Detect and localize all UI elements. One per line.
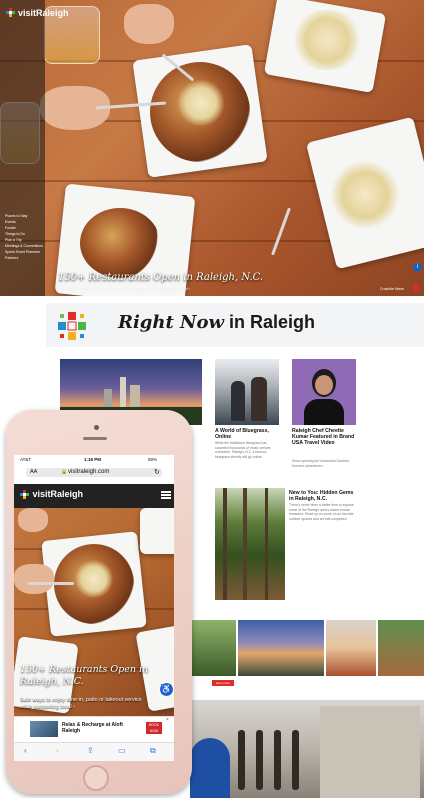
article-text-chef: Since opening her restaurant Garland, Ku… xyxy=(292,459,350,468)
back-icon[interactable]: ‹ xyxy=(24,746,27,755)
star-logo-icon xyxy=(58,312,86,340)
hand-top xyxy=(124,4,174,44)
food-photo[interactable] xyxy=(326,620,376,676)
right-now-plain: in Raleigh xyxy=(229,312,316,332)
star-logo-icon xyxy=(6,8,16,18)
hero-caption[interactable]: 150+ Restaurants Open in Raleigh, N.C. xyxy=(58,272,263,283)
food-topping xyxy=(176,80,226,126)
tabs-icon[interactable]: ⧉ xyxy=(150,746,156,756)
article-title-chef[interactable]: Raleigh Chef Cheetie Kumar Featured in B… xyxy=(292,428,356,446)
knife xyxy=(271,207,291,256)
desktop-nav-menu: Places to Stay Events Foodie Things to D… xyxy=(5,213,45,261)
desktop-logo[interactable]: visitRaleigh xyxy=(6,8,69,18)
ad-title[interactable]: Relax & Recharge at Aloft Raleigh xyxy=(62,722,142,734)
forward-icon[interactable]: › xyxy=(56,746,59,755)
bluegrass-photo[interactable] xyxy=(215,359,279,425)
lock-icon: 🔒 xyxy=(61,469,68,475)
status-time: 1:16 PM xyxy=(84,457,102,462)
forest-photo[interactable] xyxy=(215,488,285,600)
mobile-hero-caption[interactable]: 150+ Restaurants Open in Raleigh, N.C. xyxy=(20,664,160,688)
food-bottom xyxy=(80,208,160,278)
hand-left xyxy=(14,564,54,594)
article-title-hidden-gems[interactable]: New to You: Hidden Gems in Raleigh, N.C. xyxy=(289,490,359,502)
taproom-photo[interactable] xyxy=(190,700,424,798)
nav-item-partners[interactable]: Partners xyxy=(5,255,45,261)
speaker-grille xyxy=(83,437,107,440)
status-carrier: AT&T xyxy=(20,457,32,462)
reader-mode-button[interactable]: AA xyxy=(30,469,37,475)
food-taco xyxy=(330,160,400,230)
right-now-script: Right Now xyxy=(118,312,225,333)
food-topping xyxy=(74,560,114,598)
logo-text: visitRaleigh xyxy=(32,489,84,499)
hero-subcaption[interactable]: Safe ways to enjoy dine-in, patio or tak… xyxy=(58,286,190,291)
article-title-bluegrass[interactable]: A World of Bluegrass, Online xyxy=(215,428,279,440)
home-button[interactable] xyxy=(83,765,109,791)
camera-icon xyxy=(94,425,99,430)
mobile-hero-subcaption[interactable]: Safe ways to enjoy dine-in, patio or tak… xyxy=(20,697,150,711)
reload-icon[interactable]: ↻ xyxy=(154,468,160,476)
aerial-city-photo[interactable] xyxy=(238,620,324,676)
accessibility-icon[interactable]: i xyxy=(413,263,422,272)
green-photo[interactable] xyxy=(188,620,236,676)
slaw-plate xyxy=(140,508,174,554)
article-text-hidden-gems: There's never been a better time to expl… xyxy=(289,503,354,521)
photo-credit: Crushfire Wave xyxy=(380,287,404,291)
hamburger-menu-icon[interactable] xyxy=(161,491,171,499)
learn-more-button[interactable]: learn more xyxy=(212,680,234,686)
accessibility-icon[interactable]: ♿ xyxy=(159,682,174,697)
book-now-button[interactable]: BOOK NOW xyxy=(146,722,162,734)
share-icon[interactable]: ⇪ xyxy=(87,746,94,755)
url-text[interactable]: visitraleigh.com xyxy=(68,469,109,475)
hand-top xyxy=(18,508,48,532)
ad-close-icon[interactable]: × xyxy=(166,717,169,723)
credit-marker-icon xyxy=(413,285,419,291)
status-battery: 59% xyxy=(148,457,158,462)
hero-image xyxy=(0,0,424,296)
mobile-logo[interactable]: visitRaleigh xyxy=(20,489,83,500)
logo-text: visitRaleigh xyxy=(18,8,69,18)
food-slaw xyxy=(290,10,364,70)
ad-image[interactable] xyxy=(30,721,58,737)
article-text-bluegrass: While the traditional bluegrass has canc… xyxy=(215,441,271,459)
chef-photo[interactable] xyxy=(292,359,356,425)
boardwalk-photo[interactable] xyxy=(378,620,424,676)
star-logo-icon xyxy=(20,489,30,500)
fork xyxy=(28,582,74,585)
bookmarks-icon[interactable]: ▭ xyxy=(118,746,126,755)
right-now-title: Right Now in Raleigh xyxy=(118,312,315,333)
